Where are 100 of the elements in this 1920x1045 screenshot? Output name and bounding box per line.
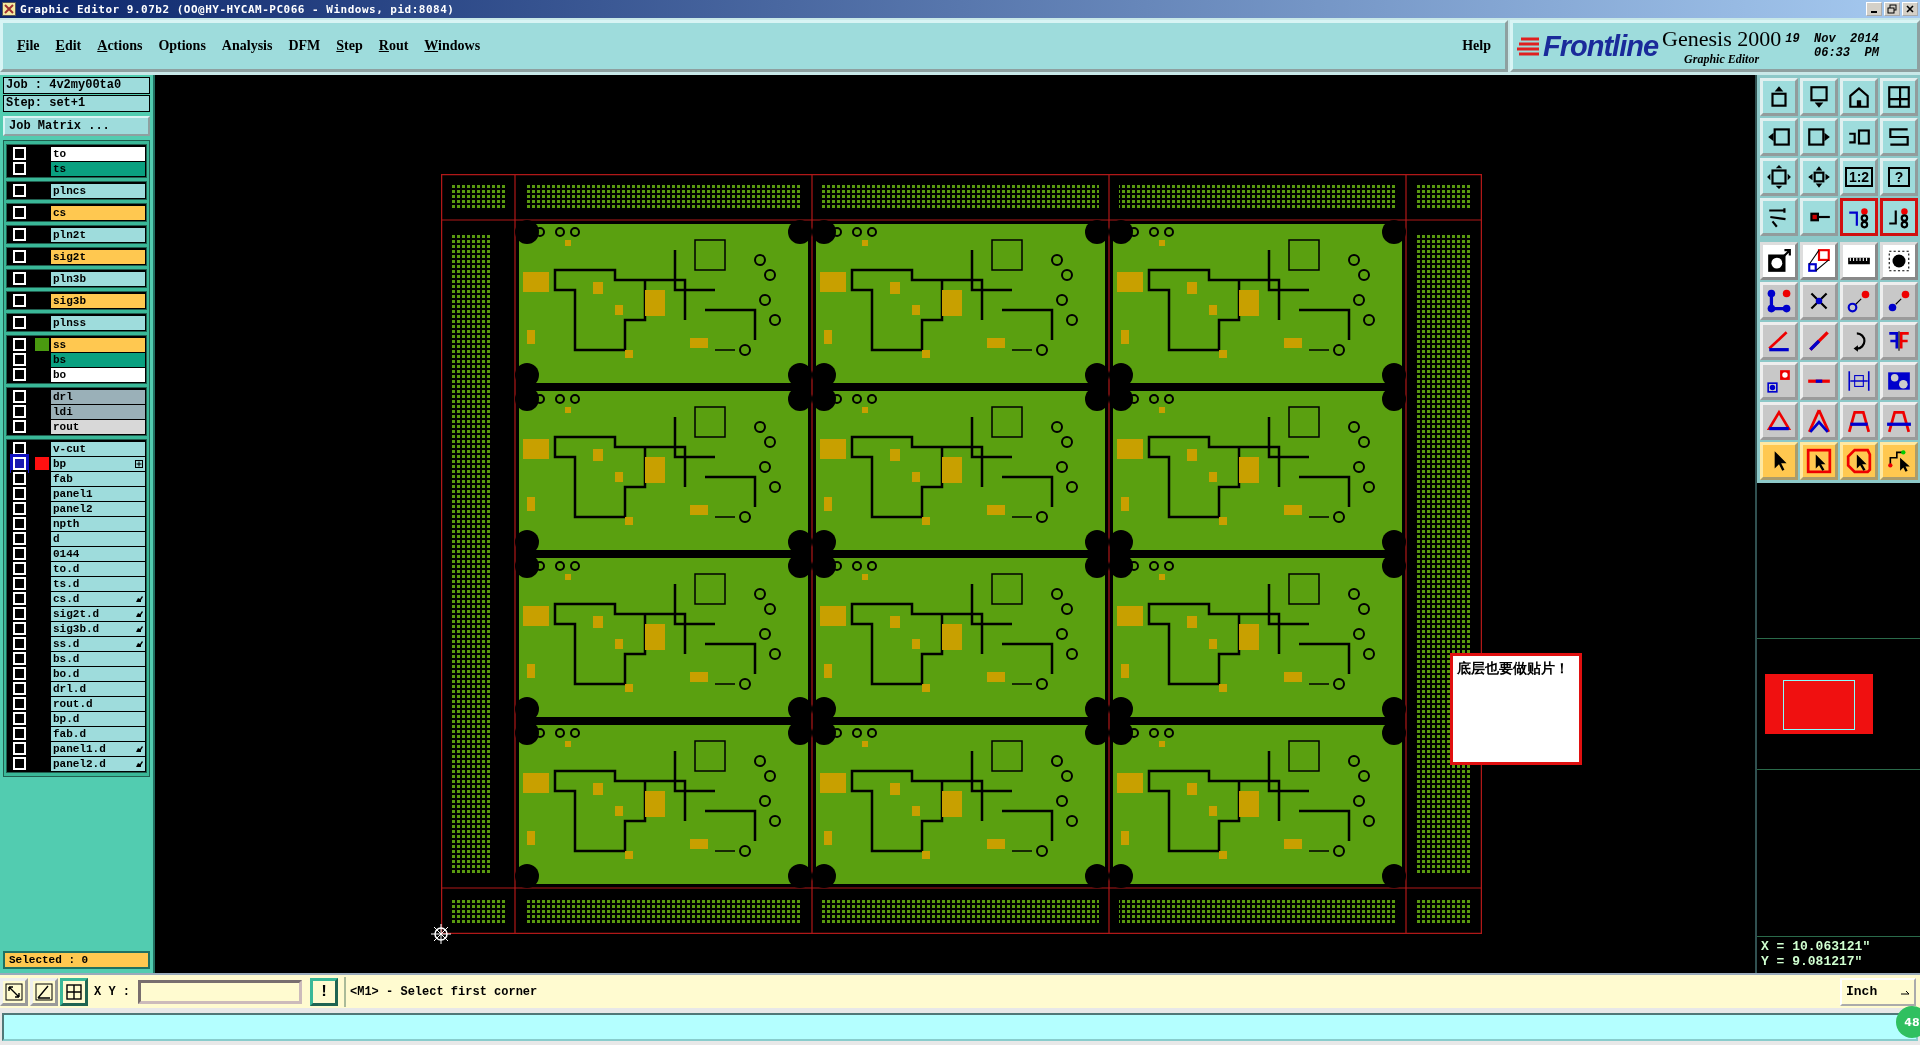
layer-checkbox[interactable] [13, 390, 26, 403]
layer-name[interactable]: fab.d [51, 726, 145, 741]
layer-checkbox[interactable] [13, 206, 26, 219]
layer-name[interactable]: plnss [51, 315, 145, 330]
menu-item[interactable]: Rout [372, 36, 415, 56]
layer-name[interactable]: v-cut [51, 441, 145, 456]
layer-name[interactable]: plncs [51, 183, 145, 198]
layer-checkbox[interactable] [13, 742, 26, 755]
layer-checkbox[interactable] [13, 405, 26, 418]
layer-name[interactable]: ts.d [51, 576, 145, 591]
layer-name[interactable]: sig2t.d [51, 606, 145, 621]
layer-name[interactable]: fab [51, 471, 145, 486]
layer-name[interactable]: sig3b.d [51, 621, 145, 636]
close-icon [1905, 4, 1915, 14]
units-dropdown[interactable]: Inch [1840, 977, 1916, 1006]
tool-button[interactable] [1840, 198, 1878, 236]
layer-name[interactable]: panel2 [51, 501, 145, 516]
layer-checkbox[interactable] [13, 757, 26, 770]
layer-checkbox[interactable] [13, 562, 26, 575]
layer-checkbox[interactable] [13, 652, 26, 665]
grid-tool-button[interactable] [60, 977, 88, 1006]
layer-name[interactable]: panel1.d [51, 741, 145, 756]
layer-name[interactable]: ts [51, 161, 145, 176]
xy-input-field[interactable] [138, 979, 302, 1004]
layer-name[interactable]: pln2t [51, 227, 145, 242]
layer-checkbox[interactable] [13, 250, 26, 263]
close-button[interactable] [1902, 2, 1918, 16]
layer-checkbox[interactable] [13, 637, 26, 650]
layer-checkbox[interactable] [13, 162, 26, 175]
layer-name[interactable]: ss [51, 337, 145, 352]
layer-checkbox[interactable] [13, 147, 26, 160]
tool-button[interactable] [1880, 198, 1918, 236]
layer-checkbox[interactable] [13, 294, 26, 307]
layer-checkbox[interactable] [13, 228, 26, 241]
maximize-button[interactable] [1884, 2, 1900, 16]
layer-name[interactable]: drl.d [51, 681, 145, 696]
angle-tool-button[interactable] [30, 977, 58, 1006]
layer-checkbox[interactable] [13, 517, 26, 530]
layer-name[interactable]: rout [51, 419, 145, 434]
help-button[interactable]: ? [1880, 158, 1918, 196]
layer-name[interactable]: bp.d [51, 711, 145, 726]
layer-name[interactable]: sig3b [51, 293, 145, 308]
layer-name[interactable]: ldi [51, 404, 145, 419]
layer-checkbox[interactable] [13, 184, 26, 197]
layer-checkbox[interactable] [13, 727, 26, 740]
layer-name[interactable]: sig2t [51, 249, 145, 264]
layer-name[interactable]: cs [51, 205, 145, 220]
menu-item[interactable]: Step [330, 36, 369, 56]
app-icon [2, 2, 16, 16]
zoom-ratio-button[interactable]: 1:2 [1840, 158, 1878, 196]
layer-checkbox[interactable] [13, 577, 26, 590]
alert-button[interactable]: ! [310, 977, 338, 1006]
menu-item[interactable]: Windows [418, 36, 487, 56]
layer-name[interactable]: panel1 [51, 486, 145, 501]
layer-checkbox[interactable] [13, 532, 26, 545]
menu-item[interactable]: Actions [91, 36, 149, 56]
resize-tool-button[interactable] [0, 977, 28, 1006]
layer-name[interactable]: rout.d [51, 696, 145, 711]
layer-name[interactable]: npth [51, 516, 145, 531]
minimize-button[interactable] [1866, 2, 1882, 16]
layer-checkbox[interactable] [13, 592, 26, 605]
menu-item[interactable]: DFM [282, 36, 327, 56]
layer-checkbox[interactable] [13, 622, 26, 635]
layer-checkbox[interactable] [13, 368, 26, 381]
layer-name[interactable]: bp [51, 456, 145, 471]
layer-checkbox[interactable] [13, 420, 26, 433]
layer-checkbox[interactable] [13, 487, 26, 500]
menu-item[interactable]: Analysis [215, 36, 279, 56]
layer-checkbox[interactable] [13, 338, 26, 351]
layer-checkbox[interactable] [13, 316, 26, 329]
layer-name[interactable]: panel2.d [51, 756, 145, 771]
layer-name[interactable]: drl [51, 389, 145, 404]
layer-checkbox[interactable] [13, 667, 26, 680]
layer-name[interactable]: d [51, 531, 145, 546]
layer-name[interactable]: bs.d [51, 651, 145, 666]
help-menu[interactable]: Help [1456, 36, 1497, 56]
layer-name[interactable]: ss.d [51, 636, 145, 651]
layer-name[interactable]: bo.d [51, 666, 145, 681]
layer-checkbox[interactable] [13, 712, 26, 725]
layer-checkbox[interactable] [13, 547, 26, 560]
job-matrix-button[interactable]: Job Matrix ... [3, 116, 150, 136]
layer-checkbox[interactable] [13, 457, 26, 470]
layer-checkbox[interactable] [13, 472, 26, 485]
layer-checkbox[interactable] [13, 607, 26, 620]
layer-name[interactable]: to [51, 146, 145, 161]
layer-name[interactable]: to.d [51, 561, 145, 576]
layer-name[interactable]: pln3b [51, 271, 145, 286]
layer-name[interactable]: bo [51, 367, 145, 382]
layer-checkbox[interactable] [13, 682, 26, 695]
layer-checkbox[interactable] [13, 697, 26, 710]
layer-name[interactable]: bs [51, 352, 145, 367]
layer-name[interactable]: cs.d [51, 591, 145, 606]
layer-name[interactable]: 0144 [51, 546, 145, 561]
menu-item[interactable]: Edit [49, 36, 88, 56]
overview-map[interactable] [1757, 638, 1920, 770]
layer-checkbox[interactable] [13, 272, 26, 285]
layer-checkbox[interactable] [13, 353, 26, 366]
menu-item[interactable]: Options [152, 36, 212, 56]
menu-item[interactable]: File [11, 36, 46, 56]
layer-checkbox[interactable] [13, 502, 26, 515]
